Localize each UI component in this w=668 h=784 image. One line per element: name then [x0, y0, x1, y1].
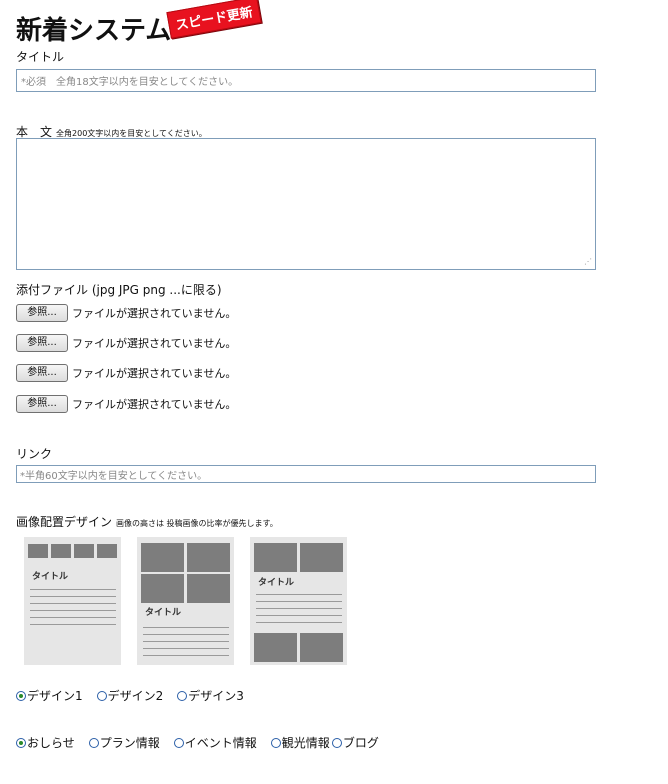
design2-option[interactable]: デザイン2: [96, 687, 164, 704]
image-block: [74, 544, 94, 558]
category-news-option[interactable]: おしらせ: [16, 734, 75, 751]
image-block: [254, 633, 297, 662]
design-label-row: 画像配置デザイン 画像の高さは 投稿画像の比率が優先します。: [16, 513, 278, 530]
page-title: 新着システム: [16, 16, 172, 46]
radio-button[interactable]: [173, 737, 184, 748]
option-label: デザイン1: [27, 689, 83, 703]
text-line: [143, 655, 229, 656]
file-status: ファイルが選択されていません。: [72, 337, 237, 350]
image-block: [187, 543, 230, 572]
radio-button[interactable]: [16, 737, 26, 748]
text-line: [256, 608, 342, 609]
title-label: タイトル: [16, 50, 65, 64]
text-line: [143, 641, 229, 642]
browse-button[interactable]: 参照...: [16, 334, 68, 352]
image-block: [254, 543, 297, 572]
design3-thumbnail[interactable]: タイトル: [250, 537, 347, 665]
text-line: [256, 622, 342, 623]
text-line: [30, 610, 116, 611]
radio-button[interactable]: [270, 737, 281, 748]
radio-button[interactable]: [16, 690, 26, 701]
radio-button[interactable]: [96, 690, 107, 701]
text-line: [256, 594, 342, 595]
image-block: [51, 544, 71, 558]
text-line: [256, 615, 342, 616]
design1-thumbnail[interactable]: タイトル: [24, 537, 121, 665]
text-line: [143, 648, 229, 649]
design-label: 画像配置デザイン: [16, 515, 113, 529]
attachments-label: 添付ファイル (jpg JPG png ...に限る): [16, 283, 222, 297]
file-status: ファイルが選択されていません。: [72, 398, 237, 411]
body-textarea[interactable]: ⋰: [16, 138, 596, 270]
file-status: ファイルが選択されていません。: [72, 307, 237, 320]
design1-option[interactable]: デザイン1: [16, 687, 83, 704]
image-block: [141, 574, 184, 603]
category-blog-option[interactable]: ブログ: [331, 734, 379, 751]
category-event-option[interactable]: イベント情報: [173, 734, 257, 751]
radio-button[interactable]: [177, 690, 188, 701]
text-line: [30, 589, 116, 590]
title-input[interactable]: *必須 全角18文字以内を目安としてください。: [16, 69, 596, 92]
option-label: イベント情報: [184, 736, 257, 750]
text-line: [30, 624, 116, 625]
text-line: [256, 601, 342, 602]
image-block: [300, 633, 343, 662]
radio-button[interactable]: [88, 737, 99, 748]
design3-option[interactable]: デザイン3: [177, 687, 244, 704]
image-block: [187, 574, 230, 603]
option-label: デザイン2: [107, 689, 164, 703]
thumbnail-title: タイトル: [258, 578, 295, 588]
file-row: 参照... ファイルが選択されていません。: [16, 334, 236, 352]
body-label: 本 文: [16, 125, 53, 139]
file-row: 参照... ファイルが選択されていません。: [16, 304, 236, 322]
file-row: 参照... ファイルが選択されていません。: [16, 395, 236, 413]
image-block: [28, 544, 48, 558]
option-label: デザイン3: [188, 689, 244, 703]
option-label: おしらせ: [27, 736, 75, 750]
link-label: リンク: [16, 447, 53, 461]
option-label: プラン情報: [99, 736, 160, 750]
body-note: 全角200文字以内を目安としてください。: [56, 129, 207, 138]
browse-button[interactable]: 参照...: [16, 364, 68, 382]
browse-button[interactable]: 参照...: [16, 304, 68, 322]
option-label: 観光情報: [281, 736, 330, 750]
image-block: [141, 543, 184, 572]
file-status: ファイルが選択されていません。: [72, 367, 237, 380]
text-line: [30, 617, 116, 618]
option-label: ブログ: [342, 736, 379, 750]
text-line: [30, 603, 116, 604]
design-note: 画像の高さは 投稿画像の比率が優先します。: [116, 519, 278, 528]
thumbnail-title: タイトル: [145, 608, 182, 618]
radio-button[interactable]: [331, 737, 342, 748]
file-row: 参照... ファイルが選択されていません。: [16, 364, 236, 382]
speed-update-badge: スピード更新: [166, 0, 262, 39]
text-line: [143, 634, 229, 635]
image-block: [97, 544, 117, 558]
browse-button[interactable]: 参照...: [16, 395, 68, 413]
link-input[interactable]: *半角60文字以内を目安としてください。: [16, 465, 596, 483]
category-tourism-option[interactable]: 観光情報: [270, 734, 330, 751]
category-plan-option[interactable]: プラン情報: [88, 734, 160, 751]
category-radio-group: おしらせ プラン情報 イベント情報 観光情報 ブログ: [16, 734, 379, 751]
text-line: [30, 596, 116, 597]
resize-grip-icon[interactable]: ⋰: [584, 258, 592, 266]
text-line: [143, 627, 229, 628]
thumbnail-title: タイトル: [32, 572, 69, 582]
design2-thumbnail[interactable]: タイトル: [137, 537, 234, 665]
image-block: [300, 543, 343, 572]
design-radio-group: デザイン1 デザイン2 デザイン3: [16, 687, 244, 704]
